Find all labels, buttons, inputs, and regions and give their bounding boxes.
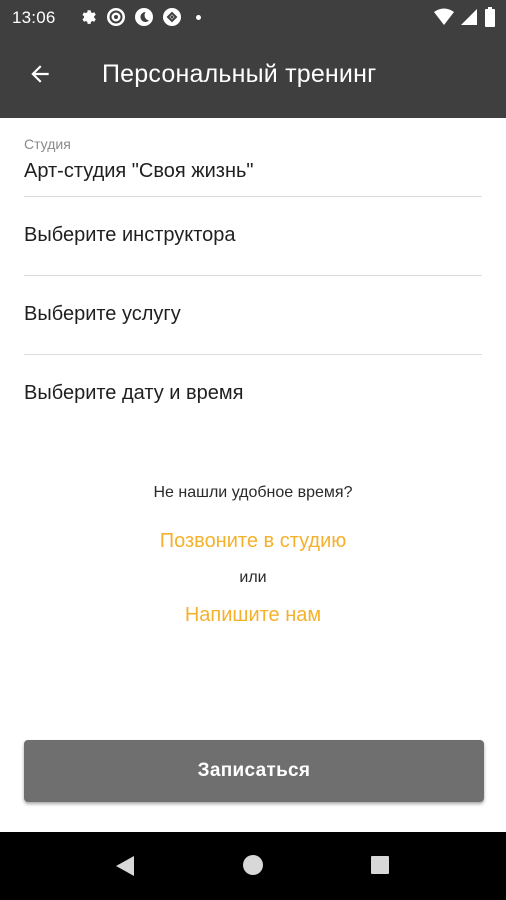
- studio-label: Студия: [24, 136, 71, 152]
- notification-dot: [196, 14, 201, 20]
- help-or: или: [239, 569, 267, 586]
- signal-icon: [460, 8, 478, 31]
- nav-back-icon[interactable]: [114, 854, 136, 883]
- help-question: Не нашли удобное время?: [153, 484, 353, 501]
- datetime-select[interactable]: Выберите дату и время: [24, 355, 482, 434]
- status-time: 13:06: [12, 8, 56, 27]
- vpn-key-icon: [162, 7, 182, 27]
- studio-field[interactable]: Студия Арт-студия "Своя жизнь": [24, 118, 482, 197]
- wifi-icon: [434, 8, 454, 31]
- instructor-placeholder: Выберите инструктора: [24, 224, 236, 246]
- status-bar: 13:06: [0, 0, 506, 34]
- write-us-link[interactable]: Напишите нам: [0, 604, 506, 627]
- nav-recents-icon[interactable]: [370, 855, 390, 880]
- submit-button[interactable]: Записаться: [24, 740, 484, 802]
- service-select[interactable]: Выберите услугу: [24, 276, 482, 355]
- instructor-select[interactable]: Выберите инструктора: [24, 197, 482, 276]
- datetime-placeholder: Выберите дату и время: [24, 382, 244, 404]
- nav-home-icon[interactable]: [242, 854, 264, 881]
- gear-icon: [78, 7, 98, 27]
- arrow-back-icon: [27, 61, 53, 92]
- app-bar: Персональный тренинг: [0, 34, 506, 118]
- system-nav-bar: [0, 832, 506, 900]
- vpn-icon: [106, 7, 126, 27]
- service-placeholder: Выберите услугу: [24, 303, 181, 325]
- page-title: Персональный тренинг: [102, 60, 377, 88]
- studio-value: Арт-студия "Своя жизнь": [24, 160, 254, 182]
- submit-label: Записаться: [197, 760, 311, 781]
- call-studio-link[interactable]: Позвоните в студию: [0, 530, 506, 553]
- status-icons-right: [434, 7, 496, 32]
- status-icons-left: [78, 7, 201, 27]
- moon-icon: [134, 7, 154, 27]
- battery-icon: [484, 7, 496, 32]
- back-button[interactable]: [20, 56, 60, 96]
